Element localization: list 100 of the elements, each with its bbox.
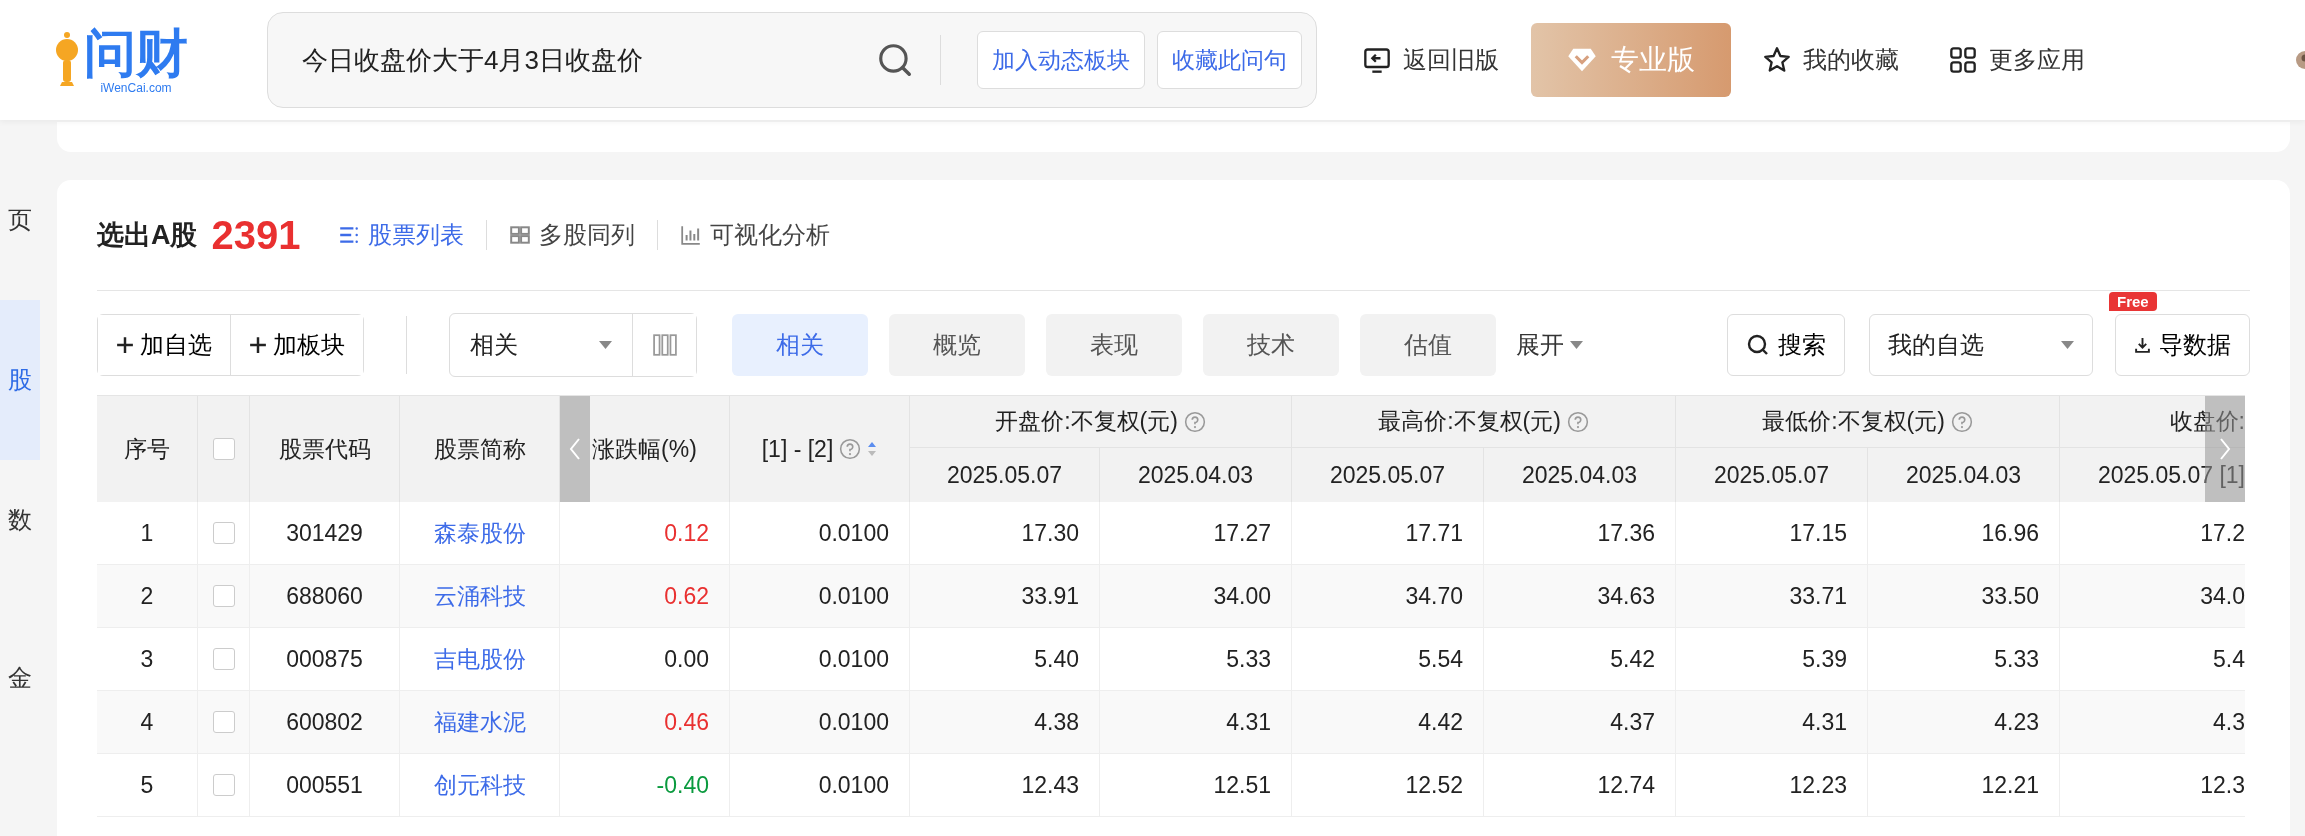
help-icon[interactable] [1183,410,1206,433]
table-cell-text: 4.3 [2212,707,2245,737]
table-cell: 16.96 [1868,502,2060,564]
help-icon[interactable] [839,438,862,460]
table-cell: 12.43 [910,754,1100,816]
column-group-header: 开盘价:不复权(元) [995,407,1178,436]
sidebar-item[interactable]: 股 [0,300,40,460]
filter-tab[interactable]: 技术 [1203,314,1339,376]
export-button[interactable]: 导数据 [2115,314,2250,376]
sort-icon[interactable] [867,441,878,457]
table-cell: 0.62 [560,565,730,627]
row-checkbox[interactable] [212,585,235,607]
plus-icon [116,336,134,354]
table-cell: 0.0100 [730,565,910,627]
table-cell-text: 12.3 [2199,770,2245,800]
nav-link[interactable]: 更多应用 [1949,44,2085,76]
table-cell: 33.91 [910,565,1100,627]
caret-icon [1570,341,1583,349]
search-icon[interactable] [876,41,914,79]
column-header: 2025.05.07 [946,461,1063,489]
view-tab[interactable]: 多股同列 [509,219,636,251]
table-cell: 12.23 [1676,754,1868,816]
table-cell: 34.00 [1100,565,1292,627]
table-cell: 4.31 [1676,691,1868,753]
table-cell: 17.71 [1292,502,1484,564]
logo-domain: iWenCai.com [100,81,172,95]
table-cell-text: 17.2 [2199,518,2245,548]
table-cell: 5.33 [1868,628,2060,690]
sidebar-item[interactable]: 页 [0,180,40,260]
table-cell: 5.39 [1676,628,1868,690]
plus-icon [249,336,267,354]
row-checkbox[interactable] [212,522,235,544]
stock-name-link[interactable]: 创元科技 [433,769,526,801]
table-cell: 5.40 [910,628,1100,690]
search-button[interactable]: 搜索 [1727,314,1845,376]
table-cell: 5 [97,754,198,816]
view-tab[interactable]: 股票列表 [338,219,465,251]
add-button[interactable]: 加板块 [230,315,363,375]
nav-link[interactable]: 返回旧版 [1363,44,1499,76]
column-header: 2025.05.07 [1] [2097,461,2245,489]
row-checkbox[interactable] [212,711,235,733]
table-cell: 688060 [250,565,400,627]
table-cell: 34.70 [1292,565,1484,627]
free-badge: Free [2109,292,2157,311]
table-cell: 0.0100 [730,628,910,690]
filter-tab[interactable]: 概览 [889,314,1025,376]
filter-tab[interactable]: 估值 [1360,314,1496,376]
row-checkbox[interactable] [212,774,235,796]
filter-tab[interactable]: 表现 [1046,314,1182,376]
view-tab[interactable]: 可视化分析 [680,219,831,251]
table-cell: 0.0100 [730,754,910,816]
table-cell: 33.50 [1868,565,2060,627]
table-cell: 4.38 [910,691,1100,753]
help-icon[interactable] [1950,410,1973,433]
select-all-checkbox[interactable] [212,438,235,460]
table-cell: 12.51 [1100,754,1292,816]
column-header: 涨跌幅(%) [592,434,697,464]
table-cell: 4.37 [1484,691,1676,753]
table-cell-text: 5.4 [2212,644,2245,674]
sidebar-item[interactable]: 数 [0,480,40,560]
search-icon [1746,333,1770,357]
watchlist-select[interactable]: 我的自选 [1869,314,2093,376]
stock-name-link[interactable]: 福建水泥 [433,706,526,738]
expand-button[interactable]: 展开 [1510,328,1589,362]
sidebar-item[interactable]: 金 [0,638,40,718]
table-cell: 5.54 [1292,628,1484,690]
nav-link[interactable]: 我的收藏 [1763,44,1899,76]
apps-grid-icon [1949,46,1977,74]
table-cell: 5.33 [1100,628,1292,690]
logo-name: 问财 [84,25,188,81]
column-header: 2025.04.03 [1521,461,1638,489]
stock-name-link[interactable]: 吉电股份 [433,643,526,675]
table-cell: 12.74 [1484,754,1676,816]
table-cell: 17.15 [1676,502,1868,564]
diamond-icon [1567,47,1597,73]
search-field[interactable]: 今日收盘价大于4月3日收盘价 加入动态板块 收藏此问句 [267,12,1317,108]
column-header: 股票代码 [278,434,371,464]
table-cell: 3 [97,628,198,690]
table-cell: 0.0100 [730,691,910,753]
column-header[interactable]: [1] - [2] [761,435,834,463]
stock-name-link[interactable]: 云涌科技 [433,580,526,612]
table-cell: 4.31 [1100,691,1292,753]
table-cell: 0.0100 [730,502,910,564]
table-cell: 17.30 [910,502,1100,564]
row-checkbox[interactable] [212,648,235,670]
stock-name-link[interactable]: 森泰股份 [433,517,526,549]
search-action-button[interactable]: 收藏此问句 [1157,31,1302,89]
list-icon [338,224,361,246]
table-cell: 2 [97,565,198,627]
table-cell: 4.42 [1292,691,1484,753]
search-action-button[interactable]: 加入动态板块 [977,31,1145,89]
star-icon [1763,46,1791,74]
table-cell: 1 [97,502,198,564]
table-cell: 0.46 [560,691,730,753]
column-header: 2025.05.07 [1329,461,1446,489]
help-icon[interactable] [1566,410,1589,433]
filter-tab[interactable]: 相关 [732,314,868,376]
table-cell: 33.71 [1676,565,1868,627]
monitor-back-icon [1363,46,1391,74]
result-count: 2391 [211,212,301,258]
